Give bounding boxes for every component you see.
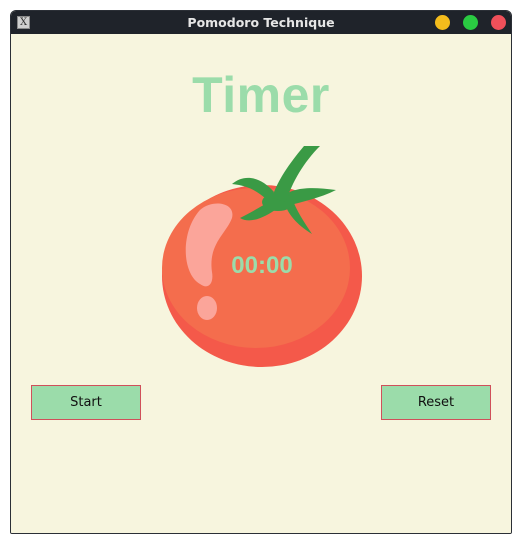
timer-display: 00:00 (231, 252, 293, 279)
title-bar[interactable]: X Pomodoro Technique (11, 11, 511, 34)
start-button[interactable]: Start (31, 385, 141, 420)
app-window: X Pomodoro Technique Timer 00:00 Start R… (10, 10, 512, 534)
app-content: Timer 00:00 Start Reset (11, 34, 511, 533)
close-button[interactable] (491, 15, 506, 30)
page-title: Timer (192, 67, 330, 123)
maximize-button[interactable] (463, 15, 478, 30)
reset-button[interactable]: Reset (381, 385, 491, 420)
minimize-button[interactable] (435, 15, 450, 30)
